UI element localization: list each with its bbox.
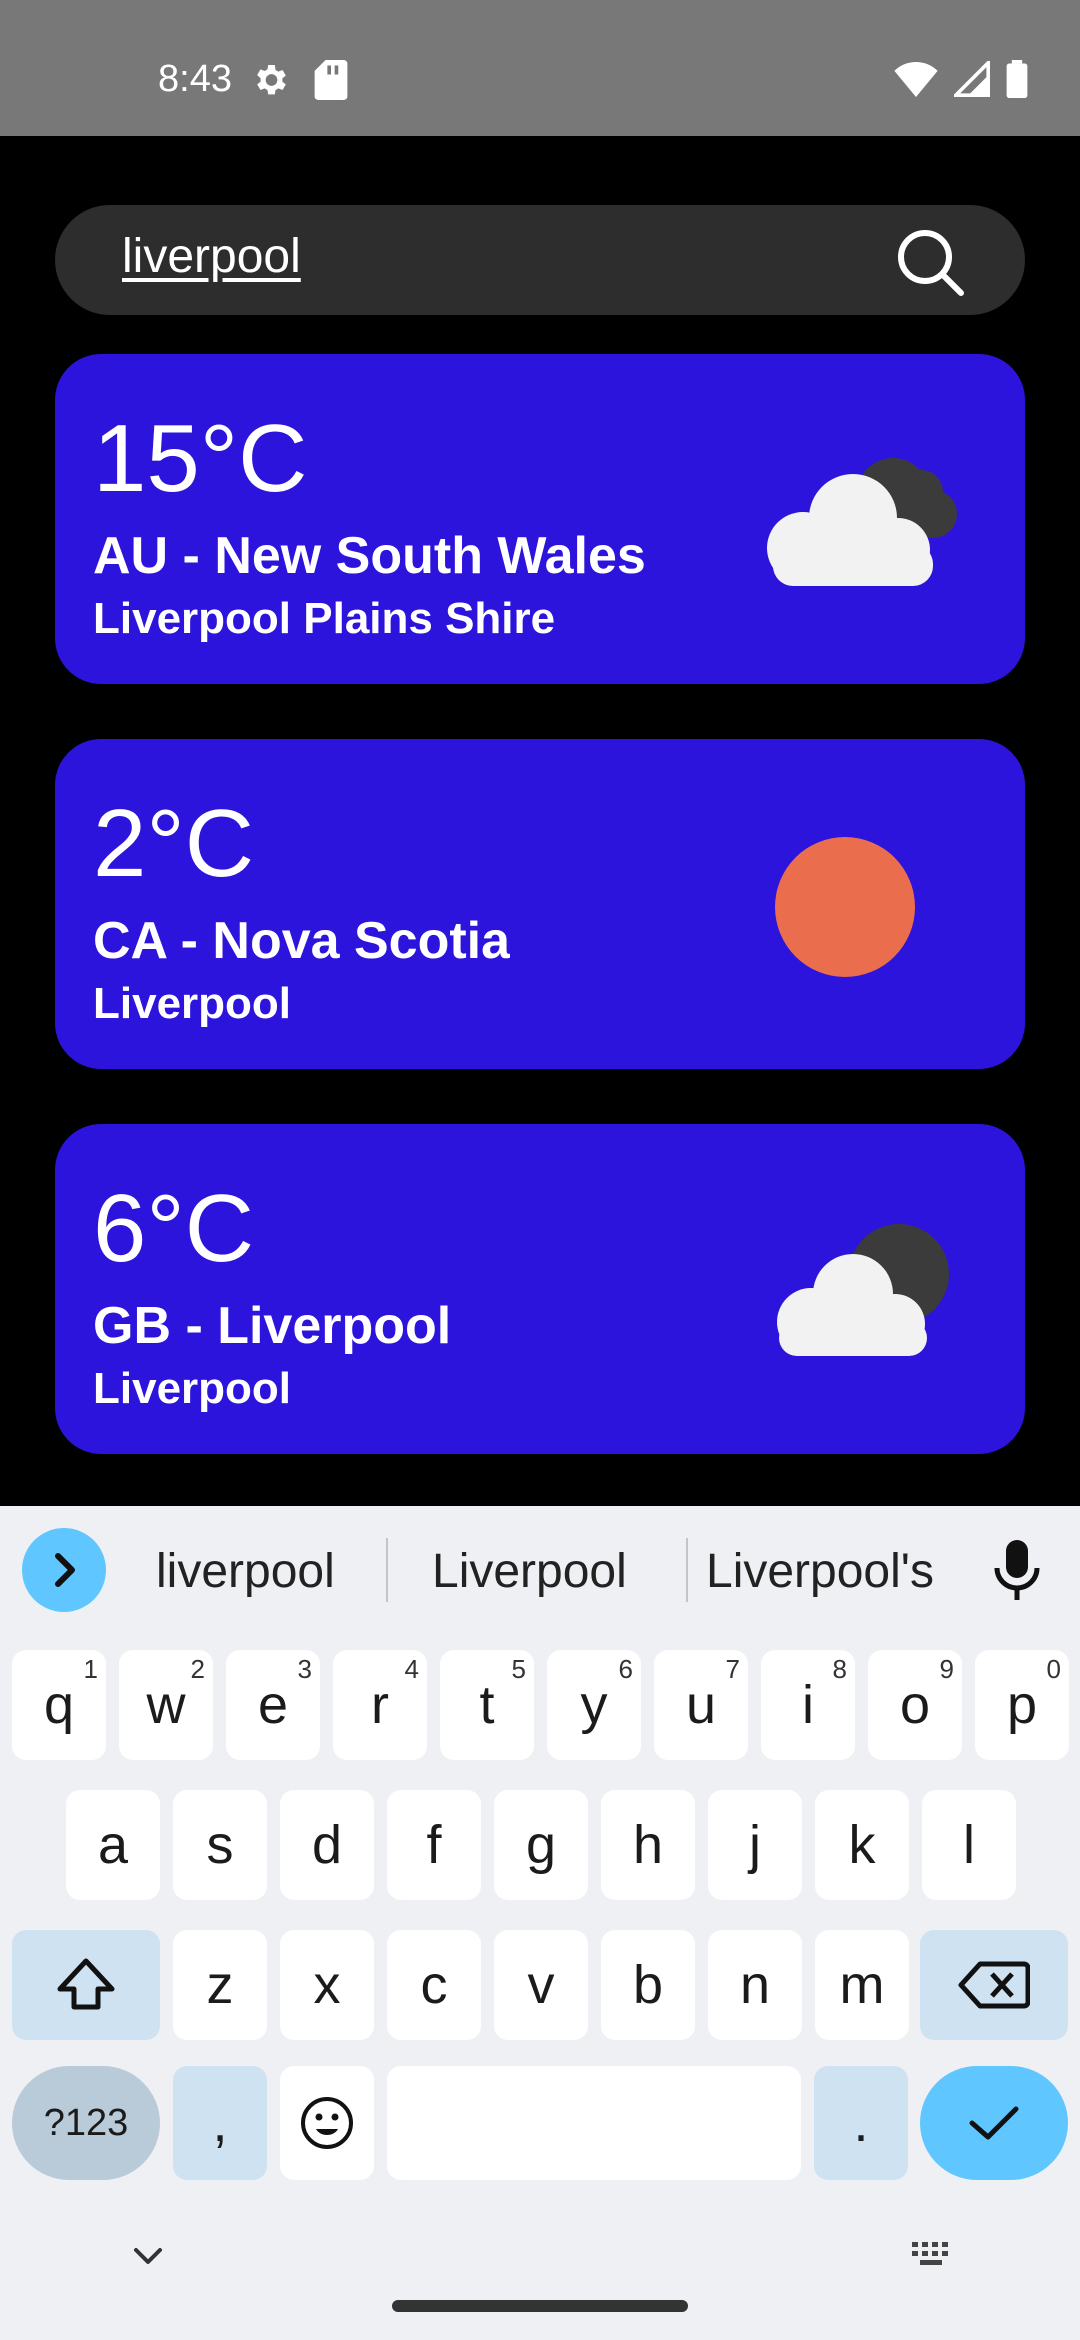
weather-result-card[interactable]: 2°C CA - Nova Scotia Liverpool	[55, 739, 1025, 1069]
city-label: Liverpool	[93, 979, 292, 1028]
comma-key[interactable]: ,	[173, 2066, 267, 2180]
emoji-icon	[301, 2097, 353, 2149]
sd-card-icon	[314, 60, 348, 100]
key-c[interactable]: c	[387, 1930, 481, 2040]
temperature-label: 6°C	[93, 1175, 255, 1282]
suggestion-3[interactable]: Liverpool's	[706, 1544, 934, 1599]
city-label: Liverpool Plains Shire	[93, 594, 556, 643]
key-p[interactable]: p0	[975, 1650, 1069, 1760]
key-q[interactable]: q1	[12, 1650, 106, 1760]
search-icon[interactable]	[895, 227, 965, 297]
key-b[interactable]: b	[601, 1930, 695, 2040]
key-a[interactable]: a	[66, 1790, 160, 1900]
key-g[interactable]: g	[494, 1790, 588, 1900]
key-n[interactable]: n	[708, 1930, 802, 2040]
backspace-key[interactable]	[920, 1930, 1068, 2040]
key-i[interactable]: i8	[761, 1650, 855, 1760]
temperature-label: 2°C	[93, 790, 255, 897]
key-d[interactable]: d	[280, 1790, 374, 1900]
region-label: AU - New South Wales	[93, 527, 646, 585]
key-h[interactable]: h	[601, 1790, 695, 1900]
app-screen: 8:43 liverpool 15°C AU - New South Wales…	[0, 0, 1080, 2340]
space-key[interactable]	[387, 2066, 801, 2180]
soft-keyboard: liverpool Liverpool Liverpool's q1 w2 e3…	[0, 1506, 1080, 2340]
region-label: CA - Nova Scotia	[93, 912, 511, 970]
shift-key[interactable]	[12, 1930, 160, 2040]
suggestion-2[interactable]: Liverpool	[432, 1544, 627, 1599]
search-input[interactable]: liverpool	[122, 229, 301, 284]
signal-icon	[954, 61, 990, 97]
search-bar[interactable]: liverpool	[55, 205, 1025, 315]
divider	[386, 1538, 388, 1602]
key-u[interactable]: u7	[654, 1650, 748, 1760]
key-v[interactable]: v	[494, 1930, 588, 2040]
expand-toolbar-button[interactable]	[22, 1528, 106, 1612]
temperature-label: 15°C	[93, 405, 308, 512]
navigation-bar	[0, 2220, 1080, 2340]
sun-icon	[773, 835, 917, 984]
status-bar: 8:43	[0, 0, 1080, 136]
key-t[interactable]: t5	[440, 1650, 534, 1760]
home-handle[interactable]	[392, 2300, 688, 2312]
key-l[interactable]: l	[922, 1790, 1016, 1900]
weather-result-card[interactable]: 15°C AU - New South Wales Liverpool Plai…	[55, 354, 1025, 684]
key-w[interactable]: w2	[119, 1650, 213, 1760]
microphone-icon[interactable]	[992, 1538, 1042, 1602]
period-key[interactable]: .	[814, 2066, 908, 2180]
battery-icon	[1006, 60, 1028, 98]
suggestion-strip: liverpool Liverpool Liverpool's	[0, 1506, 1080, 1630]
key-e[interactable]: e3	[226, 1650, 320, 1760]
key-x[interactable]: x	[280, 1930, 374, 2040]
key-o[interactable]: o9	[868, 1650, 962, 1760]
key-m[interactable]: m	[815, 1930, 909, 2040]
settings-gear-icon	[250, 60, 290, 100]
keyboard-switch-icon[interactable]	[910, 2240, 954, 2275]
key-j[interactable]: j	[708, 1790, 802, 1900]
partly-cloudy-night-icon	[749, 1224, 969, 1369]
weather-result-card[interactable]: 6°C GB - Liverpool Liverpool	[55, 1124, 1025, 1454]
key-s[interactable]: s	[173, 1790, 267, 1900]
wifi-icon	[894, 61, 938, 97]
key-z[interactable]: z	[173, 1930, 267, 2040]
emoji-key[interactable]	[280, 2066, 374, 2180]
shift-icon	[57, 1958, 115, 2010]
suggestion-1[interactable]: liverpool	[156, 1544, 335, 1599]
cloudy-night-icon	[743, 454, 963, 599]
check-icon	[969, 2106, 1019, 2140]
symbols-key[interactable]: ?123	[12, 2066, 160, 2180]
status-time: 8:43	[158, 58, 232, 100]
city-label: Liverpool	[93, 1364, 292, 1413]
divider	[686, 1538, 688, 1602]
key-f[interactable]: f	[387, 1790, 481, 1900]
key-y[interactable]: y6	[547, 1650, 641, 1760]
hide-keyboard-chevron-icon[interactable]	[130, 2244, 166, 2273]
done-key[interactable]	[920, 2066, 1068, 2180]
region-label: GB - Liverpool	[93, 1297, 452, 1355]
key-r[interactable]: r4	[333, 1650, 427, 1760]
backspace-icon	[958, 1961, 1030, 2009]
key-k[interactable]: k	[815, 1790, 909, 1900]
